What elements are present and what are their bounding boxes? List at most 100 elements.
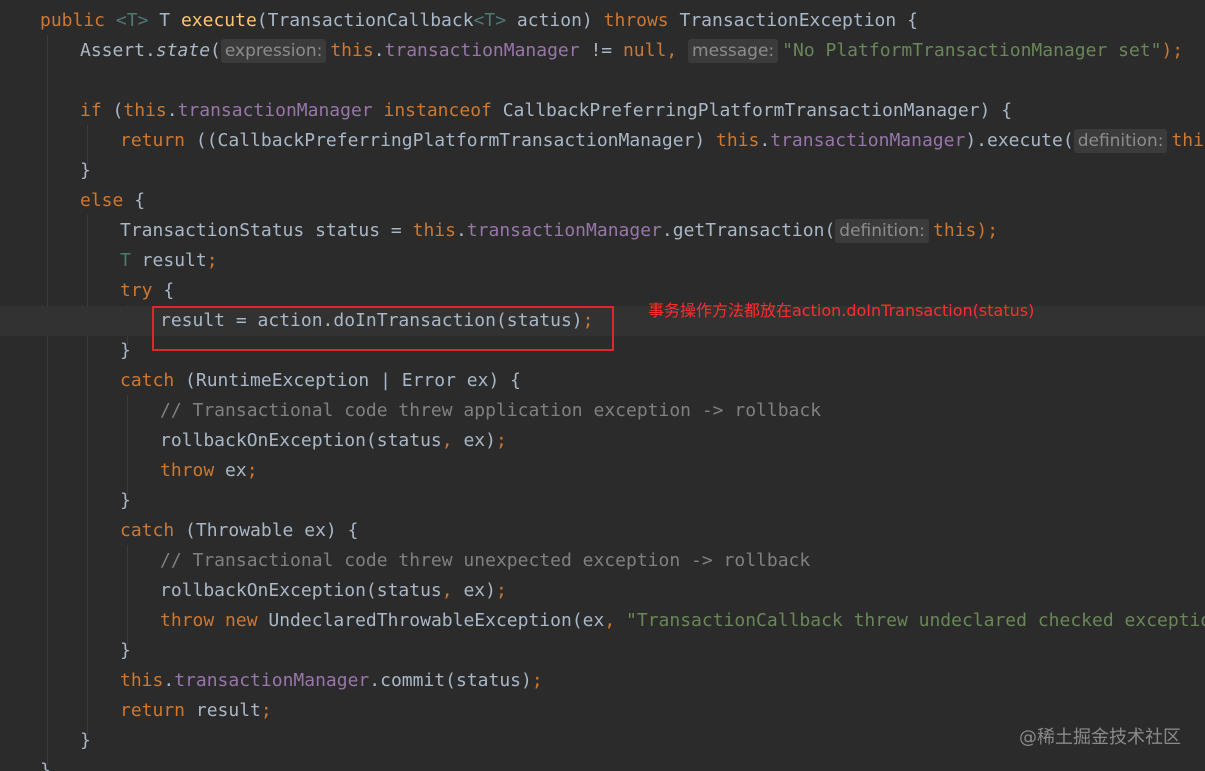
code-text: CallbackPreferringPlatformTransactionMan… (491, 100, 1013, 121)
code-line: else { (0, 186, 1205, 216)
code-line: Assert.state(expression: this.transaction… (0, 36, 1205, 66)
code-line: } (0, 156, 1205, 186)
code-editor[interactable]: public <T> T execute(TransactionCallback… (0, 0, 1205, 771)
code-text: ex) (463, 580, 496, 601)
code-line: // Transactional code threw application … (0, 396, 1205, 426)
field-reference: transactionManager (770, 130, 966, 151)
code-text: ; (495, 430, 507, 451)
code-text: } (120, 640, 131, 661)
keyword: if (80, 100, 102, 121)
code-text: Assert. (80, 40, 156, 61)
code-line: } (0, 756, 1205, 771)
code-text: ; (260, 700, 272, 721)
code-text: , (666, 40, 689, 61)
code-text: ; (531, 670, 543, 691)
code-text: ex (214, 460, 247, 481)
field-reference: transactionManager (177, 100, 373, 121)
code-text: ; (246, 460, 258, 481)
code-text: result (130, 250, 207, 271)
code-line: catch (RuntimeException | Error ex) { (0, 366, 1205, 396)
code-line: return result; (0, 696, 1205, 726)
code-line: } (0, 636, 1205, 666)
generic-bracket: > (495, 10, 507, 31)
code-text: } (120, 490, 131, 511)
code-text: . (759, 130, 771, 151)
code-text: ); (976, 220, 999, 241)
code-text: . (455, 220, 467, 241)
code-text: ((CallbackPreferringPlatformTransactionM… (185, 130, 717, 151)
string-literal: "TransactionCallback threw undeclared ch… (626, 610, 1205, 631)
keyword: this (120, 670, 164, 691)
keyword: return (120, 700, 186, 721)
watermark: @稀土掘金技术社区 (1019, 727, 1181, 748)
code-line: rollbackOnException(status, ex); (0, 426, 1205, 456)
code-text: ex) (463, 430, 496, 451)
keyword: catch (120, 520, 175, 541)
annotation-label: 事务操作方法都放在action.doInTransaction(status) (648, 301, 1035, 320)
code-text: (Throwable ex) { (174, 520, 359, 541)
code-text: } (40, 760, 51, 771)
keyword: return (120, 130, 186, 151)
code-text: . (163, 670, 175, 691)
code-text: rollbackOnException(status (160, 430, 442, 451)
code-line: T result; (0, 246, 1205, 276)
code-text: ); (1161, 40, 1184, 61)
code-text: . (166, 100, 178, 121)
code-text: (RuntimeException | Error ex) { (174, 370, 521, 391)
code-line: catch (Throwable ex) { (0, 516, 1205, 546)
code-line: this.transactionManager.commit(status); (0, 666, 1205, 696)
string-literal: "No PlatformTransactionManager set" (782, 40, 1162, 61)
keyword: public (40, 10, 106, 31)
parameter-hint: message: (688, 39, 779, 63)
keyword: throw (160, 610, 215, 631)
keyword: catch (120, 370, 175, 391)
comment: // Transactional code threw application … (160, 400, 822, 421)
code-text: { (123, 190, 146, 211)
code-line: if (this.transactionManager instanceof C… (0, 96, 1205, 126)
code-text: rollbackOnException(status (160, 580, 442, 601)
parameter-hint: definition: (835, 219, 930, 243)
code-text: } (80, 160, 91, 181)
code-text: TransactionStatus status = (120, 220, 413, 241)
code-text: ; (206, 250, 218, 271)
generic-bracket: < (473, 10, 485, 31)
generic-bracket: > (137, 10, 149, 31)
code-line: throw ex; (0, 456, 1205, 486)
keyword: this (716, 130, 760, 151)
code-text: .commit(status) (369, 670, 532, 691)
code-text: . (373, 40, 385, 61)
keyword: throws (603, 10, 669, 31)
code-text: ).execute( (965, 130, 1074, 151)
code-line: TransactionStatus status = this.transact… (0, 216, 1205, 246)
field-reference: transactionManager (384, 40, 580, 61)
code-line: rollbackOnException(status, ex); (0, 576, 1205, 606)
code-text: } (120, 340, 131, 361)
type-parameter: T (120, 250, 131, 271)
code-line: } (0, 486, 1205, 516)
code-text: ( (101, 100, 124, 121)
code-line: return ((CallbackPreferringPlatformTrans… (0, 126, 1205, 156)
keyword: throw (160, 460, 215, 481)
keyword: this (933, 220, 977, 241)
code-text: action) (506, 10, 604, 31)
code-line: public <T> T execute(TransactionCallback… (0, 6, 1205, 36)
comment: // Transactional code threw unexpected e… (160, 550, 811, 571)
code-line: // Transactional code threw unexpected e… (0, 546, 1205, 576)
annotation-highlight-box (152, 306, 614, 351)
keyword: instanceof (383, 100, 492, 121)
keyword: this (412, 220, 456, 241)
code-text: .getTransaction( (661, 220, 836, 241)
type-parameter: T (484, 10, 496, 31)
keyword: new (225, 610, 258, 631)
code-text: , (441, 430, 464, 451)
code-line: throw new UndeclaredThrowableException(e… (0, 606, 1205, 636)
code-text: ( (210, 40, 221, 61)
keyword: this (1171, 130, 1205, 151)
generic-bracket: < (115, 10, 127, 31)
method-call: state (155, 40, 211, 61)
code-text: , (441, 580, 464, 601)
field-reference: transactionManager (174, 670, 370, 691)
parameter-hint: definition: (1073, 129, 1168, 153)
